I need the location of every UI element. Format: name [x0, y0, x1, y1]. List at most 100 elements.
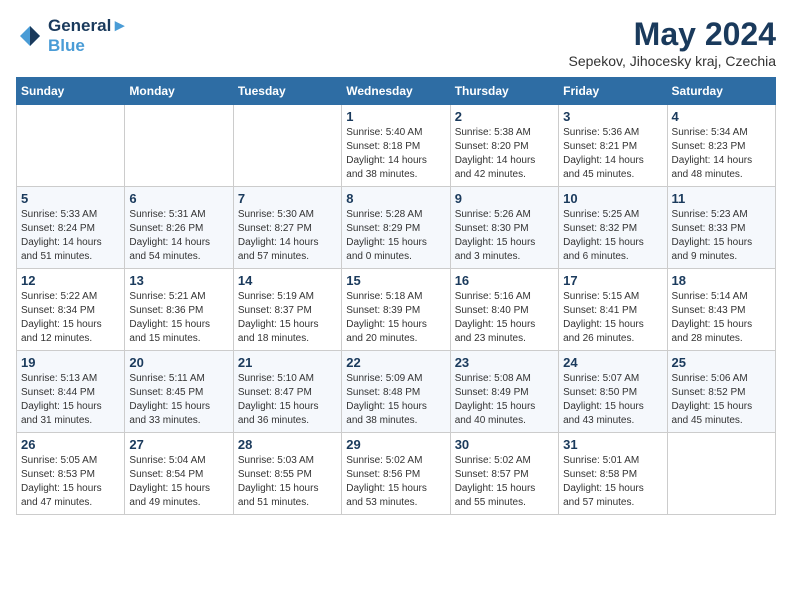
day-info: Sunrise: 5:33 AM Sunset: 8:24 PM Dayligh…	[21, 208, 120, 264]
day-info: Sunrise: 5:18 AM Sunset: 8:39 PM Dayligh…	[346, 290, 445, 346]
day-number: 22	[346, 355, 445, 370]
day-info: Sunrise: 5:03 AM Sunset: 8:55 PM Dayligh…	[238, 454, 337, 510]
day-number: 12	[21, 273, 120, 288]
day-info: Sunrise: 5:26 AM Sunset: 8:30 PM Dayligh…	[455, 208, 554, 264]
calendar-cell: 13 Sunrise: 5:21 AM Sunset: 8:36 PM Dayli…	[125, 269, 233, 351]
calendar-body: 1 Sunrise: 5:40 AM Sunset: 8:18 PM Daylig…	[17, 105, 776, 515]
page-header: General► Blue May 2024 Sepekov, Jihocesk…	[16, 16, 776, 69]
calendar-cell: 1 Sunrise: 5:40 AM Sunset: 8:18 PM Daylig…	[342, 105, 450, 187]
day-info: Sunrise: 5:05 AM Sunset: 8:53 PM Dayligh…	[21, 454, 120, 510]
calendar-cell	[667, 433, 775, 515]
weekday-header-row: SundayMondayTuesdayWednesdayThursdayFrid…	[17, 78, 776, 105]
calendar-cell	[233, 105, 341, 187]
day-info: Sunrise: 5:11 AM Sunset: 8:45 PM Dayligh…	[129, 372, 228, 428]
day-number: 4	[672, 109, 771, 124]
calendar-cell: 31 Sunrise: 5:01 AM Sunset: 8:58 PM Dayli…	[559, 433, 667, 515]
calendar-cell: 2 Sunrise: 5:38 AM Sunset: 8:20 PM Daylig…	[450, 105, 558, 187]
day-info: Sunrise: 5:10 AM Sunset: 8:47 PM Dayligh…	[238, 372, 337, 428]
day-number: 18	[672, 273, 771, 288]
weekday-wednesday: Wednesday	[342, 78, 450, 105]
day-info: Sunrise: 5:02 AM Sunset: 8:56 PM Dayligh…	[346, 454, 445, 510]
day-info: Sunrise: 5:02 AM Sunset: 8:57 PM Dayligh…	[455, 454, 554, 510]
day-number: 2	[455, 109, 554, 124]
day-number: 23	[455, 355, 554, 370]
day-info: Sunrise: 5:28 AM Sunset: 8:29 PM Dayligh…	[346, 208, 445, 264]
calendar-cell: 22 Sunrise: 5:09 AM Sunset: 8:48 PM Dayli…	[342, 351, 450, 433]
day-number: 8	[346, 191, 445, 206]
calendar-cell: 11 Sunrise: 5:23 AM Sunset: 8:33 PM Dayli…	[667, 187, 775, 269]
day-number: 31	[563, 437, 662, 452]
calendar-cell: 25Sunrise: 5:06 AM Sunset: 8:52 PM Dayli…	[667, 351, 775, 433]
day-info: Sunrise: 5:22 AM Sunset: 8:34 PM Dayligh…	[21, 290, 120, 346]
calendar-cell: 5 Sunrise: 5:33 AM Sunset: 8:24 PM Daylig…	[17, 187, 125, 269]
calendar-cell: 8 Sunrise: 5:28 AM Sunset: 8:29 PM Daylig…	[342, 187, 450, 269]
calendar-cell: 10Sunrise: 5:25 AM Sunset: 8:32 PM Dayli…	[559, 187, 667, 269]
day-info: Sunrise: 5:31 AM Sunset: 8:26 PM Dayligh…	[129, 208, 228, 264]
day-info: Sunrise: 5:08 AM Sunset: 8:49 PM Dayligh…	[455, 372, 554, 428]
day-info: Sunrise: 5:38 AM Sunset: 8:20 PM Dayligh…	[455, 126, 554, 182]
calendar-cell	[125, 105, 233, 187]
month-title: May 2024	[569, 16, 777, 53]
calendar-cell: 14Sunrise: 5:19 AM Sunset: 8:37 PM Dayli…	[233, 269, 341, 351]
day-number: 21	[238, 355, 337, 370]
day-number: 3	[563, 109, 662, 124]
weekday-thursday: Thursday	[450, 78, 558, 105]
weekday-monday: Monday	[125, 78, 233, 105]
week-row-1: 1 Sunrise: 5:40 AM Sunset: 8:18 PM Daylig…	[17, 105, 776, 187]
day-number: 5	[21, 191, 120, 206]
day-info: Sunrise: 5:15 AM Sunset: 8:41 PM Dayligh…	[563, 290, 662, 346]
calendar-cell: 16 Sunrise: 5:16 AM Sunset: 8:40 PM Dayli…	[450, 269, 558, 351]
day-info: Sunrise: 5:13 AM Sunset: 8:44 PM Dayligh…	[21, 372, 120, 428]
week-row-2: 5 Sunrise: 5:33 AM Sunset: 8:24 PM Daylig…	[17, 187, 776, 269]
calendar-cell: 23 Sunrise: 5:08 AM Sunset: 8:49 PM Dayli…	[450, 351, 558, 433]
logo-icon	[16, 22, 44, 50]
day-number: 13	[129, 273, 228, 288]
calendar-cell: 6 Sunrise: 5:31 AM Sunset: 8:26 PM Daylig…	[125, 187, 233, 269]
calendar-cell: 17 Sunrise: 5:15 AM Sunset: 8:41 PM Dayli…	[559, 269, 667, 351]
day-number: 14	[238, 273, 337, 288]
calendar-cell: 30 Sunrise: 5:02 AM Sunset: 8:57 PM Dayli…	[450, 433, 558, 515]
day-info: Sunrise: 5:07 AM Sunset: 8:50 PM Dayligh…	[563, 372, 662, 428]
logo: General► Blue	[16, 16, 128, 56]
day-info: Sunrise: 5:01 AM Sunset: 8:58 PM Dayligh…	[563, 454, 662, 510]
day-number: 20	[129, 355, 228, 370]
weekday-friday: Friday	[559, 78, 667, 105]
day-info: Sunrise: 5:09 AM Sunset: 8:48 PM Dayligh…	[346, 372, 445, 428]
day-number: 16	[455, 273, 554, 288]
day-info: Sunrise: 5:14 AM Sunset: 8:43 PM Dayligh…	[672, 290, 771, 346]
logo-text: General► Blue	[48, 16, 128, 56]
title-block: May 2024 Sepekov, Jihocesky kraj, Czechi…	[569, 16, 777, 69]
weekday-saturday: Saturday	[667, 78, 775, 105]
day-info: Sunrise: 5:16 AM Sunset: 8:40 PM Dayligh…	[455, 290, 554, 346]
weekday-tuesday: Tuesday	[233, 78, 341, 105]
calendar-cell: 29Sunrise: 5:02 AM Sunset: 8:56 PM Dayli…	[342, 433, 450, 515]
day-number: 9	[455, 191, 554, 206]
day-info: Sunrise: 5:23 AM Sunset: 8:33 PM Dayligh…	[672, 208, 771, 264]
day-number: 10	[563, 191, 662, 206]
week-row-4: 19 Sunrise: 5:13 AM Sunset: 8:44 PM Dayli…	[17, 351, 776, 433]
calendar-cell	[17, 105, 125, 187]
calendar-cell: 21 Sunrise: 5:10 AM Sunset: 8:47 PM Dayli…	[233, 351, 341, 433]
day-number: 26	[21, 437, 120, 452]
location: Sepekov, Jihocesky kraj, Czechia	[569, 53, 777, 69]
calendar-cell: 28Sunrise: 5:03 AM Sunset: 8:55 PM Dayli…	[233, 433, 341, 515]
calendar-cell: 4Sunrise: 5:34 AM Sunset: 8:23 PM Daylig…	[667, 105, 775, 187]
day-number: 17	[563, 273, 662, 288]
day-info: Sunrise: 5:40 AM Sunset: 8:18 PM Dayligh…	[346, 126, 445, 182]
calendar-cell: 15Sunrise: 5:18 AM Sunset: 8:39 PM Dayli…	[342, 269, 450, 351]
calendar-cell: 7Sunrise: 5:30 AM Sunset: 8:27 PM Daylig…	[233, 187, 341, 269]
calendar-cell: 12 Sunrise: 5:22 AM Sunset: 8:34 PM Dayli…	[17, 269, 125, 351]
day-number: 19	[21, 355, 120, 370]
day-number: 1	[346, 109, 445, 124]
day-number: 30	[455, 437, 554, 452]
week-row-3: 12 Sunrise: 5:22 AM Sunset: 8:34 PM Dayli…	[17, 269, 776, 351]
day-number: 6	[129, 191, 228, 206]
day-number: 27	[129, 437, 228, 452]
calendar-cell: 18 Sunrise: 5:14 AM Sunset: 8:43 PM Dayli…	[667, 269, 775, 351]
day-info: Sunrise: 5:21 AM Sunset: 8:36 PM Dayligh…	[129, 290, 228, 346]
calendar-cell: 24 Sunrise: 5:07 AM Sunset: 8:50 PM Dayli…	[559, 351, 667, 433]
calendar-cell: 27Sunrise: 5:04 AM Sunset: 8:54 PM Dayli…	[125, 433, 233, 515]
day-number: 11	[672, 191, 771, 206]
day-number: 24	[563, 355, 662, 370]
calendar-cell: 20 Sunrise: 5:11 AM Sunset: 8:45 PM Dayli…	[125, 351, 233, 433]
